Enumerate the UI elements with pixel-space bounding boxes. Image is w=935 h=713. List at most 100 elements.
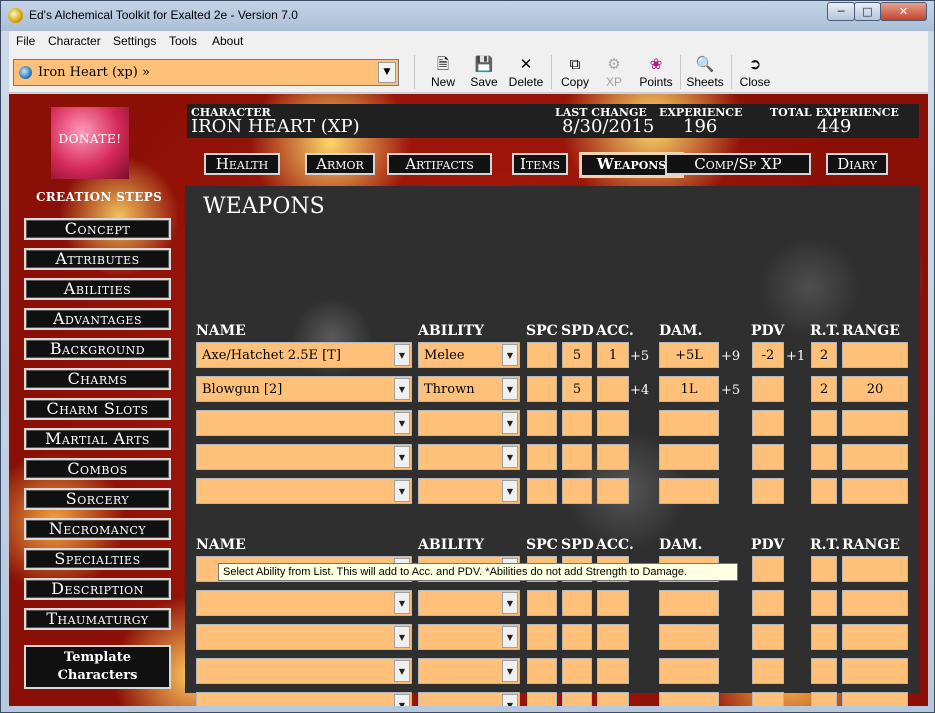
chevron-down-icon[interactable]: ▼ <box>502 626 518 648</box>
melee-name-field[interactable]: ▼ <box>196 478 412 504</box>
second-range-field[interactable] <box>842 590 908 616</box>
melee-dam-field[interactable] <box>659 478 719 504</box>
melee-range-field[interactable]: 20 <box>842 376 908 402</box>
melee-name-field[interactable]: Blowgun [2] ▼ <box>196 376 412 402</box>
chevron-down-icon[interactable]: ▼ <box>502 412 518 434</box>
melee-range-field[interactable] <box>842 478 908 504</box>
chevron-down-icon[interactable]: ▼ <box>394 592 410 614</box>
second-pdv-field[interactable] <box>752 658 784 684</box>
donate-button[interactable]: DONATE! <box>51 132 129 146</box>
second-rt-field[interactable] <box>811 658 837 684</box>
tab-artifacts[interactable]: Artifacts <box>387 153 492 175</box>
creation-step-charms[interactable]: Charms <box>24 368 171 390</box>
menu-settings[interactable]: Settings <box>113 34 156 48</box>
creation-step-background[interactable]: Background <box>24 338 171 360</box>
points-button[interactable]: ❀ Points <box>635 51 677 93</box>
melee-rt-field[interactable] <box>811 410 837 436</box>
second-spc-field[interactable] <box>527 624 557 650</box>
title-bar[interactable]: Ed's Alchemical Toolkit for Exalted 2e -… <box>1 1 934 31</box>
tab-health[interactable]: Health <box>204 153 280 175</box>
tab-items[interactable]: Items <box>512 153 568 175</box>
melee-rt-field[interactable] <box>811 478 837 504</box>
melee-ability-field[interactable]: ▼ <box>418 444 520 470</box>
chevron-down-icon[interactable]: ▼ <box>394 378 410 400</box>
second-spd-field[interactable] <box>562 658 592 684</box>
creation-step-thaumaturgy[interactable]: Thaumaturgy <box>24 608 171 630</box>
melee-acc-field[interactable] <box>597 444 629 470</box>
second-acc-field[interactable] <box>597 590 629 616</box>
creation-step-charm-slots[interactable]: Charm Slots <box>24 398 171 420</box>
second-spc-field[interactable] <box>527 590 557 616</box>
delete-button[interactable]: ✕ Delete <box>505 51 547 93</box>
second-ability-field[interactable]: ▼ <box>418 624 520 650</box>
chevron-down-icon[interactable]: ▼ <box>502 660 518 682</box>
melee-rt-field[interactable]: 2 <box>811 376 837 402</box>
melee-name-field[interactable]: Axe/Hatchet 2.5E [T] ▼ <box>196 342 412 368</box>
melee-spd-field[interactable] <box>562 478 592 504</box>
sheets-button[interactable]: 🔍 Sheets <box>683 51 727 93</box>
second-dam-field[interactable] <box>659 658 719 684</box>
tab-armor[interactable]: Armor <box>305 153 375 175</box>
melee-acc-field[interactable] <box>597 478 629 504</box>
second-pdv-field[interactable] <box>752 556 784 582</box>
second-range-field[interactable] <box>842 624 908 650</box>
second-dam-field[interactable] <box>659 692 719 706</box>
creation-step-abilities[interactable]: Abilities <box>24 278 171 300</box>
character-select[interactable]: Iron Heart (xp) » ▼ <box>13 59 399 86</box>
xp-button[interactable]: ⚙ XP <box>598 51 630 93</box>
menu-tools[interactable]: Tools <box>169 34 197 48</box>
melee-spd-field[interactable]: 5 <box>562 342 592 368</box>
chevron-down-icon[interactable]: ▼ <box>502 694 518 706</box>
second-acc-field[interactable] <box>597 624 629 650</box>
minimize-button[interactable]: ─ <box>827 2 855 21</box>
melee-rt-field[interactable] <box>811 444 837 470</box>
melee-spd-field[interactable] <box>562 410 592 436</box>
melee-dam-field[interactable]: +5L <box>659 342 719 368</box>
second-spd-field[interactable] <box>562 692 592 706</box>
creation-step-martial-arts[interactable]: Martial Arts <box>24 428 171 450</box>
second-spd-field[interactable] <box>562 590 592 616</box>
second-rt-field[interactable] <box>811 692 837 706</box>
chevron-down-icon[interactable]: ▼ <box>394 446 410 468</box>
melee-range-field[interactable] <box>842 342 908 368</box>
melee-pdv-field[interactable] <box>752 478 784 504</box>
second-spc-field[interactable] <box>527 692 557 706</box>
second-range-field[interactable] <box>842 658 908 684</box>
menu-file[interactable]: File <box>16 34 35 48</box>
melee-name-field[interactable]: ▼ <box>196 410 412 436</box>
second-acc-field[interactable] <box>597 692 629 706</box>
close-button[interactable]: ➲ Close <box>736 51 774 93</box>
template-characters-button[interactable]: Template Characters <box>24 645 171 689</box>
melee-spc-field[interactable] <box>527 444 557 470</box>
melee-spc-field[interactable] <box>527 478 557 504</box>
chevron-down-icon[interactable]: ▼ <box>394 694 410 706</box>
melee-ability-field[interactable]: Thrown ▼ <box>418 376 520 402</box>
chevron-down-icon[interactable]: ▼ <box>394 344 410 366</box>
melee-acc-field[interactable]: 1 <box>597 342 629 368</box>
second-name-field[interactable]: ▼ <box>196 658 412 684</box>
melee-pdv-field[interactable]: -2 <box>752 342 784 368</box>
tab-diary[interactable]: Diary <box>826 153 888 175</box>
melee-pdv-field[interactable] <box>752 376 784 402</box>
melee-pdv-field[interactable] <box>752 444 784 470</box>
second-ability-field[interactable]: ▼ <box>418 590 520 616</box>
creation-step-advantages[interactable]: Advantages <box>24 308 171 330</box>
maximize-button[interactable]: □ <box>854 2 881 21</box>
second-range-field[interactable] <box>842 692 908 706</box>
second-name-field[interactable]: ▼ <box>196 692 412 706</box>
second-pdv-field[interactable] <box>752 590 784 616</box>
menu-about[interactable]: About <box>212 34 243 48</box>
second-dam-field[interactable] <box>659 590 719 616</box>
melee-spd-field[interactable] <box>562 444 592 470</box>
melee-range-field[interactable] <box>842 410 908 436</box>
second-spc-field[interactable] <box>527 658 557 684</box>
copy-button[interactable]: ⧉ Copy <box>556 51 594 93</box>
creation-step-necromancy[interactable]: Necromancy <box>24 518 171 540</box>
creation-step-specialties[interactable]: Specialties <box>24 548 171 570</box>
melee-range-field[interactable] <box>842 444 908 470</box>
creation-step-attributes[interactable]: Attributes <box>24 248 171 270</box>
chevron-down-icon[interactable]: ▼ <box>394 626 410 648</box>
melee-name-field[interactable]: ▼ <box>196 444 412 470</box>
chevron-down-icon[interactable]: ▼ <box>502 480 518 502</box>
second-pdv-field[interactable] <box>752 692 784 706</box>
